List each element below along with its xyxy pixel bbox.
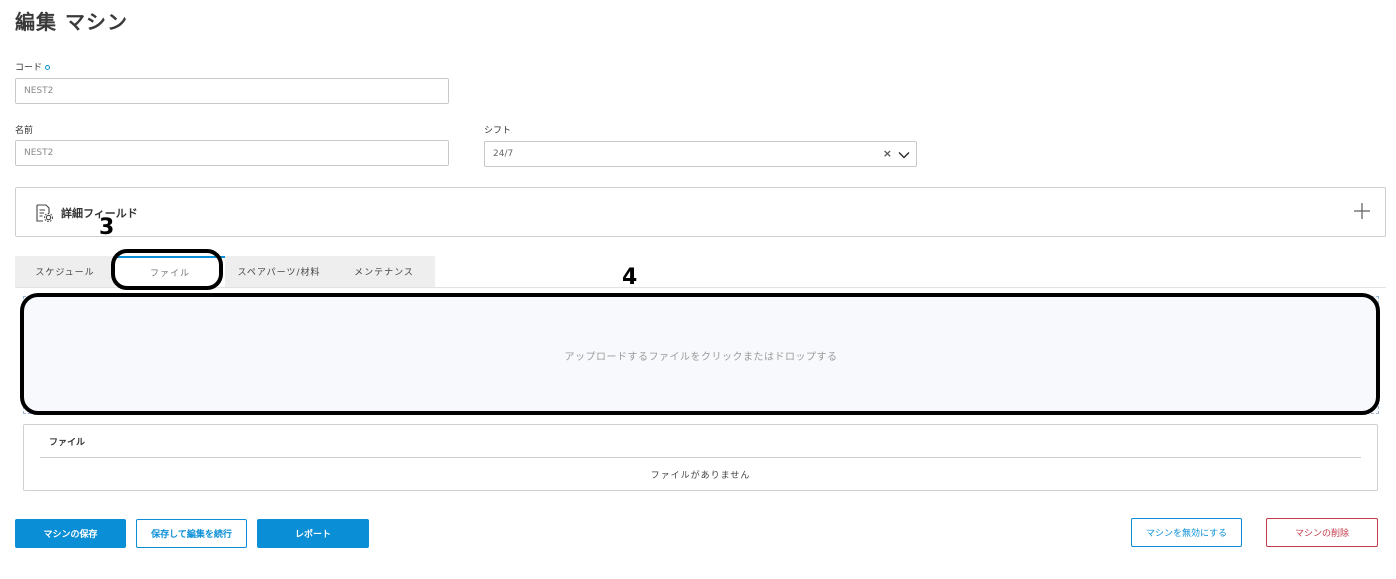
clear-icon[interactable]: ×	[883, 147, 892, 160]
tab-files[interactable]: ファイル	[115, 256, 225, 287]
document-settings-icon	[36, 204, 53, 222]
shift-label: シフト	[484, 126, 512, 136]
save-continue-button[interactable]: 保存して編集を続行	[136, 519, 247, 548]
code-label-text: コード	[15, 63, 43, 73]
name-input[interactable]	[15, 140, 449, 166]
code-label: コード	[15, 60, 51, 73]
chevron-down-icon[interactable]	[897, 148, 911, 162]
tab-schedule[interactable]: スケジュール	[15, 256, 115, 287]
save-machine-button[interactable]: マシンの保存	[15, 519, 126, 548]
table-divider	[40, 457, 1361, 458]
tab-bar: スケジュール ファイル スペアパーツ/材料 メンテナンス	[15, 256, 435, 287]
tab-maintenance[interactable]: メンテナンス	[333, 256, 435, 287]
page-title: 編集 マシン	[15, 10, 128, 34]
details-fields-panel[interactable]: 詳細フィールド	[15, 187, 1386, 237]
disable-machine-button[interactable]: マシンを無効にする	[1131, 518, 1242, 547]
delete-machine-button[interactable]: マシンの削除	[1266, 518, 1378, 547]
drop-zone-prompt: アップロードするファイルをクリックまたはドロップする	[564, 351, 838, 363]
required-indicator-icon	[45, 65, 51, 70]
code-input[interactable]	[15, 78, 449, 104]
annotation-number-3: 3	[99, 215, 115, 240]
report-button[interactable]: レポート	[257, 519, 369, 548]
tab-spare-parts[interactable]: スペアパーツ/材料	[225, 256, 333, 287]
expand-plus-icon[interactable]	[1353, 202, 1371, 220]
file-drop-zone[interactable]: アップロードするファイルをクリックまたはドロップする	[23, 296, 1379, 414]
files-column-header: ファイル	[49, 438, 86, 448]
files-empty-message: ファイルがありません	[650, 471, 751, 481]
shift-select[interactable]: 24/7 ×	[484, 141, 917, 167]
annotation-number-4: 4	[622, 265, 638, 290]
files-table: ファイル ファイルがありません	[23, 424, 1378, 491]
shift-select-value: 24/7	[493, 149, 514, 159]
tab-divider	[15, 287, 1386, 288]
name-label: 名前	[15, 126, 34, 136]
